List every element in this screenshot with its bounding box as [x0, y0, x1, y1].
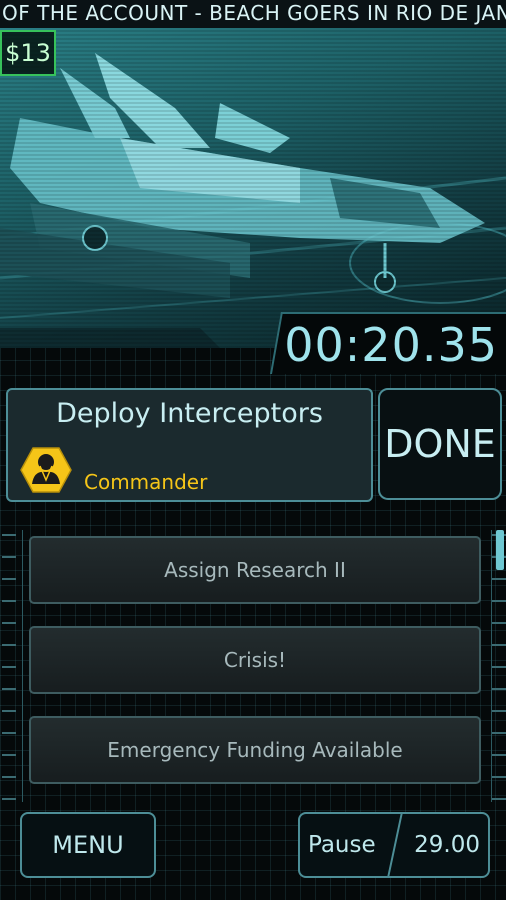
queue-item-assign-research[interactable]: Assign Research II	[29, 536, 481, 604]
commander-rank-icon	[20, 447, 72, 493]
hangar-image	[0, 28, 506, 348]
ticker-text: OF THE ACCOUNT - BEACH GOERS IN RIO DE J…	[2, 1, 506, 25]
news-ticker: OF THE ACCOUNT - BEACH GOERS IN RIO DE J…	[0, 0, 506, 29]
menu-button[interactable]: MENU	[20, 812, 156, 878]
money-value: $13	[5, 39, 51, 67]
money-indicator: $13	[0, 30, 56, 76]
objective-panel: Deploy Interceptors Commander	[6, 388, 373, 502]
pause-divider	[386, 812, 418, 878]
objective-title: Deploy Interceptors	[56, 398, 323, 429]
interceptor-jet-illustration	[0, 53, 506, 348]
pause-button[interactable]: Pause 29.00	[298, 812, 490, 878]
event-queue: Assign Research II Crisis! Emergency Fun…	[22, 530, 492, 802]
queue-scrollbar[interactable]	[496, 530, 504, 570]
mission-timer: 00:20.35	[284, 318, 498, 372]
queue-item-emergency-funding[interactable]: Emergency Funding Available	[29, 716, 481, 784]
rank-label: Commander	[84, 470, 208, 494]
pause-label: Pause	[308, 832, 376, 858]
done-button[interactable]: DONE	[378, 388, 502, 500]
queue-item-crisis[interactable]: Crisis!	[29, 626, 481, 694]
left-scale-ticks	[2, 530, 16, 800]
pause-time-value: 29.00	[414, 832, 480, 858]
right-scale-ticks	[492, 530, 506, 800]
